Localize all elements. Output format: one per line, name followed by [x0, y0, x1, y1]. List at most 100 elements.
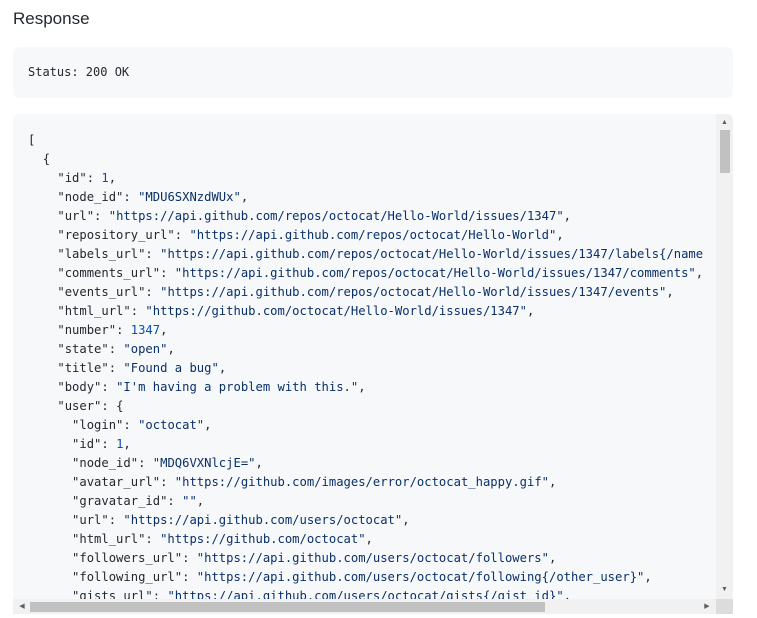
vertical-scrollbar[interactable]: ▲ ▼ [716, 114, 733, 599]
json-string-value: "https://api.github.com/users/octocat" [123, 513, 403, 527]
json-line: "comments_url": "https://api.github.com/… [28, 264, 703, 283]
json-line: "following_url": "https://api.github.com… [28, 568, 703, 587]
json-line: "node_id": "MDQ6VXNlcjE=", [28, 454, 703, 473]
json-string-value: "https://github.com/octocat" [160, 532, 366, 546]
json-punctuation: : [174, 228, 190, 242]
json-punctuation: : [123, 418, 139, 432]
json-punctuation: : [160, 266, 175, 280]
json-key: "url" [57, 209, 95, 223]
json-key: "gravatar_id" [72, 494, 168, 508]
json-code-block: [ { "id": 1, "node_id": "MDU6SXNzdWUx", … [28, 131, 703, 599]
json-line: "user": { [28, 397, 703, 416]
json-key: "events_url" [57, 285, 146, 299]
horizontal-scrollbar[interactable]: ◀ ▶ [13, 599, 716, 614]
json-line: "url": "https://api.github.com/users/oct… [28, 511, 703, 530]
json-key: "node_id" [72, 456, 139, 470]
json-string-value: "I'm having a problem with this." [116, 380, 359, 394]
json-punctuation: : [182, 570, 197, 584]
json-string-value: "Found a bug" [123, 361, 219, 375]
json-punctuation: , [218, 361, 227, 375]
vertical-scroll-thumb[interactable] [720, 130, 730, 173]
json-line: "id": 1, [28, 435, 703, 454]
json-punctuation: : [145, 247, 161, 261]
json-string-value: "https://api.github.com/users/octocat/fo… [196, 570, 645, 584]
json-punctuation: : [145, 285, 161, 299]
response-body-panel[interactable]: [ { "id": 1, "node_id": "MDU6SXNzdWUx", … [13, 114, 733, 614]
json-punctuation: , [548, 551, 557, 565]
json-punctuation: : [138, 456, 153, 470]
json-number-value: 1 [101, 171, 109, 185]
json-punctuation: : [101, 380, 117, 394]
json-punctuation: , [526, 304, 535, 318]
scroll-left-arrow-icon[interactable]: ◀ [15, 599, 29, 614]
json-punctuation: , [549, 475, 557, 489]
json-key: "html_url" [72, 532, 146, 546]
json-punctuation: , [255, 456, 263, 470]
json-string-value: "https://api.github.com/repos/octocat/He… [160, 285, 667, 299]
json-key: "number" [57, 323, 117, 337]
json-string-value: "https://github.com/octocat/Hello-World/… [145, 304, 527, 318]
json-punctuation: , [358, 380, 366, 394]
json-line: "id": 1, [28, 169, 703, 188]
json-punctuation: : [160, 475, 175, 489]
json-punctuation: , [204, 418, 212, 432]
json-string-value: "https://api.github.com/users/octocat/gi… [167, 589, 564, 599]
code-viewport[interactable]: [ { "id": 1, "node_id": "MDU6SXNzdWUx", … [13, 114, 716, 599]
json-punctuation: , [240, 190, 249, 204]
json-key: "state" [57, 342, 109, 356]
json-punctuation: , [123, 437, 131, 451]
json-string-value: "https://api.github.com/repos/octocat/He… [189, 228, 557, 242]
json-key: "login" [72, 418, 124, 432]
json-string-value: "MDU6SXNzdWUx" [138, 190, 241, 204]
json-punctuation: [ [28, 133, 36, 147]
json-line: "avatar_url": "https://github.com/images… [28, 473, 703, 492]
json-punctuation: , [666, 285, 674, 299]
scroll-up-arrow-icon[interactable]: ▲ [716, 116, 733, 130]
json-line: "body": "I'm having a problem with this.… [28, 378, 703, 397]
json-string-value: "" [182, 494, 197, 508]
json-line: "html_url": "https://github.com/octocat/… [28, 302, 703, 321]
json-line: "repository_url": "https://api.github.co… [28, 226, 703, 245]
json-line: { [28, 150, 703, 169]
json-punctuation: : [108, 342, 124, 356]
json-punctuation: { [42, 152, 51, 166]
json-number-value: 1347 [130, 323, 161, 337]
json-punctuation: : [123, 190, 139, 204]
json-string-value: "MDQ6VXNlcjE=" [152, 456, 256, 470]
status-panel: Status: 200 OK [13, 47, 733, 98]
json-string-value: "https://api.github.com/repos/octocat/He… [108, 209, 564, 223]
response-heading: Response [13, 9, 90, 28]
json-string-value: "https://api.github.com/repos/octocat/He… [160, 247, 704, 261]
json-line: "followers_url": "https://api.github.com… [28, 549, 703, 568]
json-punctuation: : [167, 494, 183, 508]
json-punctuation: , [365, 532, 373, 546]
scroll-right-arrow-icon[interactable]: ▶ [700, 599, 714, 614]
json-line: "state": "open", [28, 340, 703, 359]
json-key: "following_url" [72, 570, 183, 584]
response-section: Response Status: 200 OK [ { "id": 1, "no… [0, 0, 757, 618]
json-string-value: "https://github.com/images/error/octocat… [174, 475, 549, 489]
json-punctuation: : [130, 304, 146, 318]
json-line: "labels_url": "https://api.github.com/re… [28, 245, 703, 264]
json-string-value: "open" [123, 342, 168, 356]
json-key: "comments_url" [57, 266, 161, 280]
json-key: "labels_url" [57, 247, 146, 261]
json-punctuation: : { [101, 399, 124, 413]
scroll-down-arrow-icon[interactable]: ▼ [716, 583, 733, 597]
json-line: "title": "Found a bug", [28, 359, 703, 378]
json-punctuation: : [152, 589, 168, 599]
json-line: "number": 1347, [28, 321, 703, 340]
horizontal-scroll-thumb[interactable] [30, 602, 545, 612]
json-key: "avatar_url" [72, 475, 161, 489]
json-line: "node_id": "MDU6SXNzdWUx", [28, 188, 703, 207]
json-key: "url" [72, 513, 109, 527]
json-string-value: "https://api.github.com/repos/octocat/He… [174, 266, 696, 280]
json-punctuation: , [695, 266, 704, 280]
json-string-value: "https://api.github.com/users/octocat/fo… [196, 551, 549, 565]
json-punctuation: , [644, 570, 652, 584]
json-key: "node_id" [57, 190, 124, 204]
json-line: "login": "octocat", [28, 416, 703, 435]
json-punctuation: , [167, 342, 175, 356]
json-punctuation: , [196, 494, 205, 508]
json-line: "events_url": "https://api.github.com/re… [28, 283, 703, 302]
